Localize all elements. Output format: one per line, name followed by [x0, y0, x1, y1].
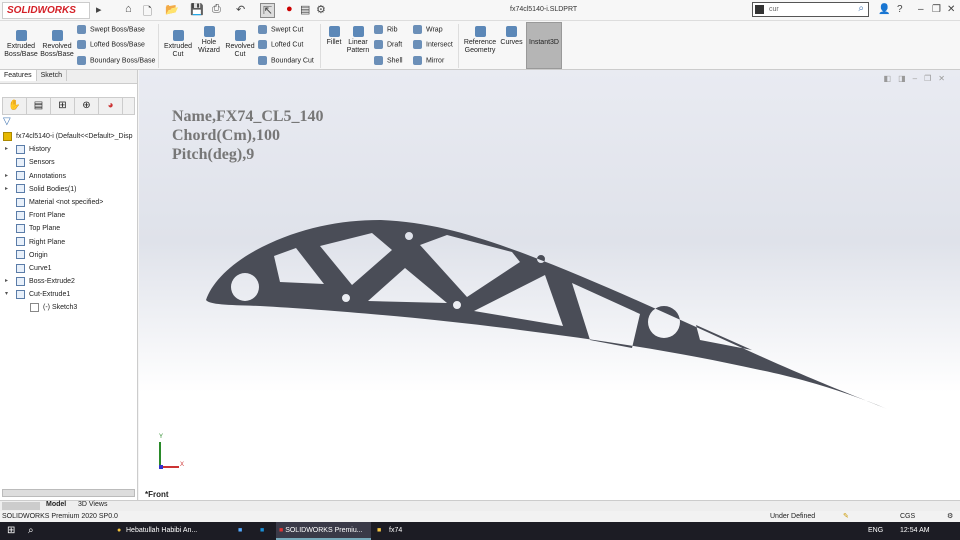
start-icon[interactable]: ⊞ [7, 522, 15, 540]
x-axis-label: X [180, 462, 185, 468]
solidworks-icon: ■ [279, 527, 284, 534]
rebuild-status-icon[interactable]: ✎ [843, 511, 849, 522]
tab-scroll-controls[interactable] [2, 502, 40, 510]
chrome-icon: ● [117, 527, 122, 534]
airfoil-rib-body[interactable] [206, 220, 887, 409]
y-axis-label: Y [159, 434, 164, 440]
label: SOLIDWORKS Premiu... [285, 527, 363, 534]
folder-icon: ■ [377, 527, 382, 534]
unit-system[interactable]: CGS [900, 511, 915, 522]
sketch-state: Under Defined [770, 513, 816, 520]
view-orientation-label: *Front [145, 490, 169, 499]
model-tabs: Model 3D Views [0, 500, 960, 511]
taskbar-chrome[interactable]: Hebatullah Habibi An... [126, 522, 197, 540]
app-icon[interactable]: ■ [260, 522, 264, 540]
taskbar-folder[interactable]: fx74 [389, 522, 402, 540]
graphics-area[interactable]: Name,FX74_CL5_140 Chord(Cm),100 Pitch(de… [139, 70, 960, 500]
windows-taskbar: ⊞ ⌕ ● Hebatullah Habibi An... ■ ■ ■ SOLI… [0, 522, 960, 540]
z-axis-triad [159, 465, 163, 469]
airfoil-rib-part[interactable] [0, 0, 960, 540]
tab-3d-views[interactable]: 3D Views [78, 501, 107, 508]
status-bar: SOLIDWORKS Premium 2020 SP0.0 Under Defi… [0, 511, 960, 522]
tab-model[interactable]: Model [46, 501, 66, 508]
language-indicator[interactable]: ENG [868, 522, 883, 540]
product-version: SOLIDWORKS Premium 2020 SP0.0 [2, 513, 118, 520]
app-icon[interactable]: ■ [238, 522, 242, 540]
customize-icon[interactable]: ⚙ [947, 511, 953, 522]
search-taskbar-icon[interactable]: ⌕ [28, 522, 34, 540]
taskbar-solidworks[interactable]: ■ SOLIDWORKS Premiu... [276, 522, 371, 540]
clock[interactable]: 12:54 AM [900, 522, 930, 540]
